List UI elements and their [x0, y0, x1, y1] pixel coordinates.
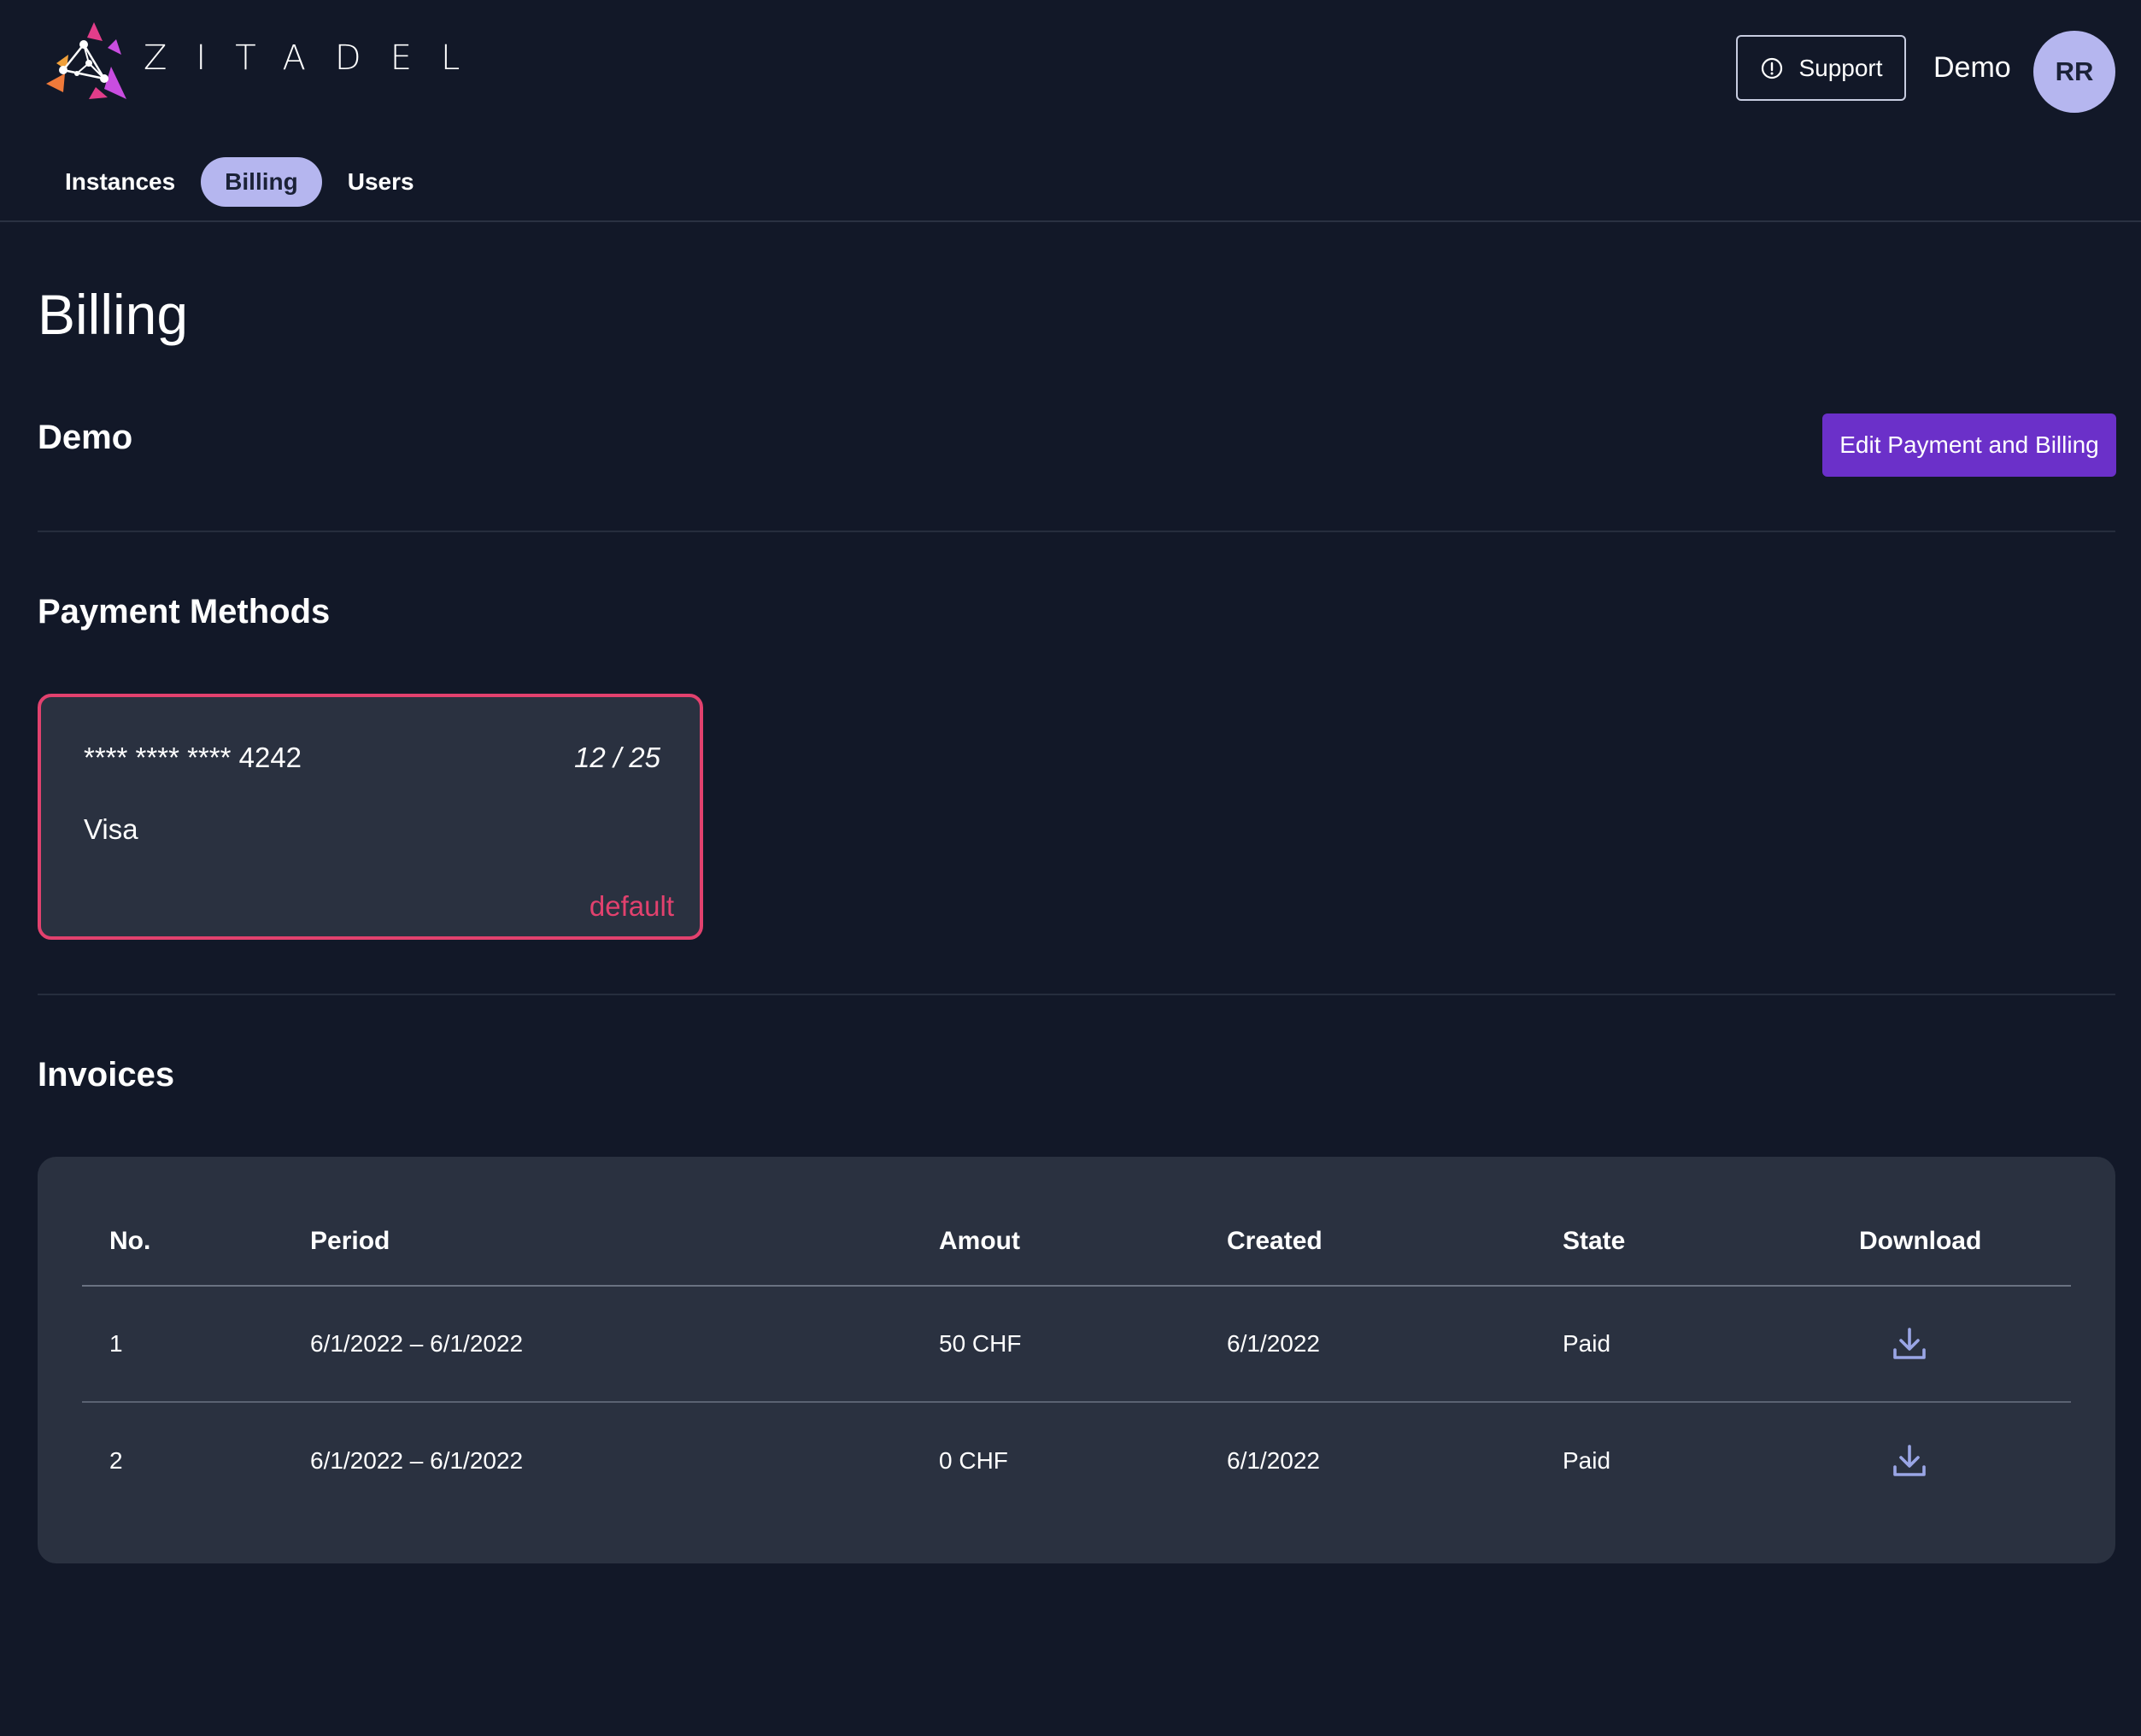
zitadel-logo[interactable]: ZITADEL — [44, 15, 489, 101]
brand-wordmark: ZITADEL — [144, 38, 490, 78]
top-header: ZITADEL Support Demo RR Instances Billin… — [0, 0, 2141, 222]
card-expiry: 12 / 25 — [574, 742, 660, 773]
billing-page: ZITADEL Support Demo RR Instances Billin… — [0, 0, 2141, 1736]
edit-payment-billing-button[interactable]: Edit Payment and Billing — [1822, 413, 2116, 477]
payment-methods-title: Payment Methods — [38, 593, 331, 630]
tab-instances[interactable]: Instances — [41, 157, 199, 207]
payment-card[interactable]: **** **** **** 4242 12 / 25 Visa default — [38, 694, 703, 940]
main-tabs: Instances Billing Users — [41, 157, 440, 207]
table-row: 2 6/1/2022 – 6/1/2022 0 CHF 6/1/2022 Pai… — [82, 1403, 2071, 1519]
invoices-table: No. Period Amout Created State Download … — [38, 1157, 2115, 1563]
default-badge: default — [589, 890, 674, 922]
card-brand: Visa — [84, 813, 138, 845]
invoice-state: Paid — [1563, 1330, 1611, 1357]
section-divider — [38, 531, 2115, 532]
invoice-created: 6/1/2022 — [1227, 1447, 1320, 1474]
invoice-no: 2 — [109, 1447, 123, 1474]
download-icon — [1893, 1445, 1926, 1476]
support-button-label: Support — [1798, 54, 1883, 81]
tab-users[interactable]: Users — [324, 157, 438, 207]
user-avatar[interactable]: RR — [2033, 31, 2115, 113]
download-button[interactable] — [1892, 1287, 1927, 1401]
support-button[interactable]: Support — [1736, 35, 1906, 101]
column-header-amount: Amout — [939, 1227, 1020, 1255]
invoice-no: 1 — [109, 1330, 123, 1357]
download-button[interactable] — [1892, 1403, 1927, 1519]
org-section-title: Demo — [38, 419, 133, 456]
section-divider — [38, 994, 2115, 995]
invoices-title: Invoices — [38, 1056, 175, 1094]
column-header-download: Download — [1859, 1227, 1982, 1255]
column-header-no: No. — [109, 1227, 151, 1255]
page-title: Billing — [38, 283, 189, 346]
table-header-row: No. Period Amout Created State Download — [82, 1198, 2071, 1287]
invoice-period: 6/1/2022 – 6/1/2022 — [310, 1447, 524, 1474]
invoice-created: 6/1/2022 — [1227, 1330, 1320, 1357]
invoice-period: 6/1/2022 – 6/1/2022 — [310, 1330, 524, 1357]
org-switcher[interactable]: Demo — [1933, 51, 2011, 85]
invoice-state: Paid — [1563, 1447, 1611, 1474]
column-header-period: Period — [310, 1227, 390, 1255]
invoice-amount: 50 CHF — [939, 1330, 1022, 1357]
column-header-state: State — [1563, 1227, 1626, 1255]
table-row: 1 6/1/2022 – 6/1/2022 50 CHF 6/1/2022 Pa… — [82, 1287, 2071, 1403]
card-number: **** **** **** 4242 — [84, 742, 302, 773]
tab-billing[interactable]: Billing — [201, 157, 322, 207]
zitadel-logo-icon — [46, 22, 126, 99]
column-header-created: Created — [1227, 1227, 1323, 1255]
download-icon — [1893, 1328, 1926, 1359]
alert-circle-icon — [1762, 57, 1783, 79]
invoice-amount: 0 CHF — [939, 1447, 1008, 1474]
